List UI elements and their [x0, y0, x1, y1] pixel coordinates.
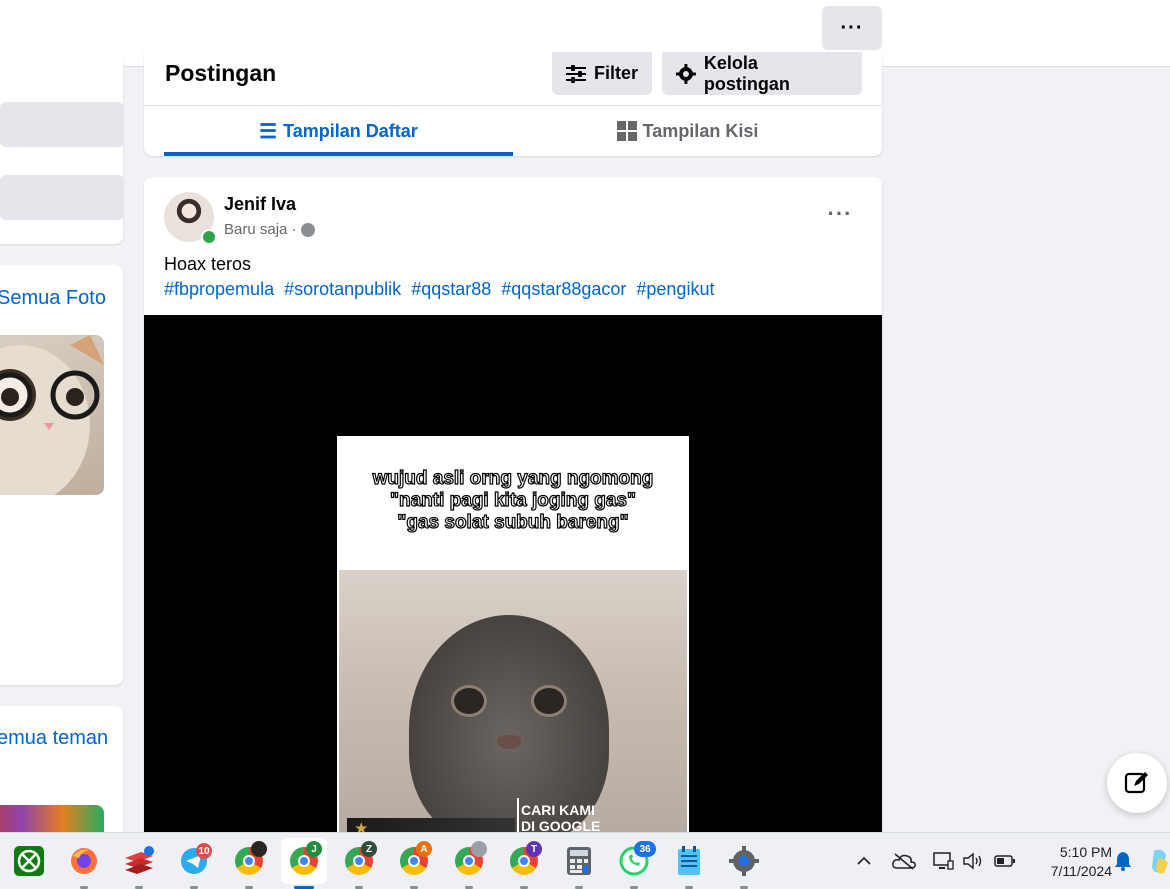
- intro-card: [0, 60, 124, 244]
- cat-photo: ★ CARI KAMI DI GOOGLE: [339, 570, 687, 857]
- bell-icon: [1115, 852, 1131, 871]
- profile-badge: Z: [361, 841, 377, 857]
- clock-time: 5:10 PM: [1059, 844, 1112, 860]
- cat-nose: [497, 735, 521, 749]
- overlay-line: CARI KAMI: [521, 802, 595, 818]
- posts-title: Postingan: [165, 60, 277, 86]
- stack-icon: [125, 846, 154, 874]
- firefox-app[interactable]: [68, 845, 100, 889]
- hashtag-link[interactable]: #fbpropemula: [164, 279, 274, 299]
- chrome-profile-t[interactable]: T: [508, 841, 542, 889]
- hashtag-link[interactable]: #qqstar88: [411, 279, 491, 299]
- battery-status[interactable]: [992, 845, 1018, 877]
- network-status[interactable]: [930, 845, 956, 877]
- battery-icon: [994, 855, 1015, 867]
- tab-grid-view[interactable]: Tampilan Kisi: [513, 106, 862, 156]
- more-options-button[interactable]: ···: [822, 6, 882, 50]
- firefox-icon: [71, 848, 97, 874]
- calculator-icon: [567, 847, 591, 875]
- post-text: Hoax teros: [164, 254, 252, 274]
- post-timestamp[interactable]: Baru saja ·: [224, 221, 315, 238]
- active-tab-indicator: [164, 152, 513, 156]
- hashtag-link[interactable]: #sorotanpublik: [284, 279, 401, 299]
- profile-badge: T: [526, 841, 542, 857]
- telegram-app[interactable]: 10: [178, 843, 212, 889]
- system-clock[interactable]: 5:10 PM 7/11/2024: [1028, 843, 1112, 881]
- post-options-button[interactable]: ···: [820, 199, 860, 229]
- chrome-profile-2[interactable]: [453, 841, 487, 889]
- xbox-app[interactable]: [13, 845, 45, 877]
- online-status-dot: [201, 229, 217, 245]
- settings-app[interactable]: [728, 845, 760, 889]
- meme-line: "nanti pagi kita joging gas": [389, 489, 637, 511]
- tab-list-view[interactable]: ☰ Tampilan Daftar: [164, 106, 513, 156]
- profile-badge: J: [306, 841, 322, 857]
- xbox-icon: [14, 846, 44, 876]
- notifications-button[interactable]: [1112, 845, 1134, 877]
- compose-icon: [1124, 772, 1148, 794]
- meme-caption: wujud asli orng yang ngomong "nanti pagi…: [337, 467, 689, 534]
- network-icon: [933, 852, 954, 870]
- post-time: Baru saja ·: [224, 221, 297, 238]
- globe-icon: [300, 222, 315, 237]
- filter-button[interactable]: Filter: [552, 52, 652, 95]
- calculator-app[interactable]: [563, 845, 595, 889]
- notepad-app[interactable]: [673, 845, 705, 889]
- chevron-up-icon: [857, 856, 871, 865]
- manage-posts-label: Kelola postingan: [703, 52, 790, 94]
- chrome-profile-a[interactable]: A: [398, 841, 432, 889]
- hashtags: #fbpropemula #sorotanpublik #qqstar88 #q…: [164, 279, 719, 300]
- show-hidden-icons-button[interactable]: [852, 845, 876, 877]
- intro-button-1[interactable]: [0, 102, 124, 147]
- hashtag-link[interactable]: #pengikut: [636, 279, 714, 299]
- telegram-badge: 10: [196, 843, 212, 859]
- cat-eye: [451, 685, 487, 717]
- chrome-profile-z[interactable]: Z: [343, 841, 377, 889]
- post-author[interactable]: Jenif Iva: [224, 194, 296, 215]
- meme-line: wujud asli orng yang ngomong: [372, 467, 654, 489]
- meme-image: wujud asli orng yang ngomong "nanti pagi…: [337, 436, 689, 857]
- avatar[interactable]: [164, 192, 217, 245]
- chrome-profile-1[interactable]: [233, 841, 267, 889]
- profile-avatar: [471, 841, 487, 857]
- copilot-icon: [1152, 849, 1168, 874]
- hashtag-link[interactable]: #qqstar88gacor: [501, 279, 626, 299]
- posts-header-card: Postingan Filter Kelola postingan ☰ Tamp…: [144, 52, 882, 156]
- whatsapp-badge: 36: [634, 841, 656, 857]
- manage-posts-button[interactable]: Kelola postingan: [662, 52, 862, 95]
- onedrive-status[interactable]: [890, 845, 918, 877]
- stack-app[interactable]: [123, 845, 155, 889]
- meme-line: "gas solat subuh bareng": [397, 511, 629, 533]
- photo-thumbnail[interactable]: [0, 335, 104, 495]
- post-video[interactable]: wujud asli orng yang ngomong "nanti pagi…: [144, 315, 882, 857]
- gear-icon: [676, 63, 696, 84]
- see-all-photos-link[interactable]: Semua Foto: [0, 287, 106, 310]
- intro-button-2[interactable]: [0, 175, 124, 220]
- cat-eye: [531, 685, 567, 717]
- new-message-button[interactable]: [1107, 753, 1167, 813]
- video-overlay-text: CARI KAMI DI GOOGLE: [521, 802, 681, 834]
- taskbar: 10 J Z A T 36 5:10 PM 7/11/2024: [0, 832, 1170, 889]
- speaker-icon: [963, 852, 982, 870]
- settings-icon: [729, 846, 759, 876]
- tab-list-label: Tampilan Daftar: [283, 120, 418, 141]
- copilot-button[interactable]: [1148, 845, 1170, 877]
- post-card: Jenif Iva Baru saja · ··· Hoax teros #fb…: [144, 177, 882, 857]
- see-all-friends-link[interactable]: emua teman: [0, 727, 108, 750]
- tab-grid-label: Tampilan Kisi: [642, 120, 759, 141]
- volume-control[interactable]: [960, 845, 986, 877]
- whatsapp-app[interactable]: 36: [618, 841, 656, 889]
- cloud-offline-icon: [892, 853, 916, 870]
- grid-icon: [616, 121, 637, 141]
- filter-label: Filter: [593, 63, 638, 83]
- profile-badge: A: [416, 841, 432, 857]
- notepad-icon: [678, 846, 700, 875]
- chrome-profile-j[interactable]: J: [288, 841, 322, 889]
- list-icon: ☰: [259, 120, 278, 143]
- clock-date: 7/11/2024: [1050, 863, 1112, 879]
- filter-icon: [566, 64, 586, 83]
- profile-avatar: [251, 841, 267, 857]
